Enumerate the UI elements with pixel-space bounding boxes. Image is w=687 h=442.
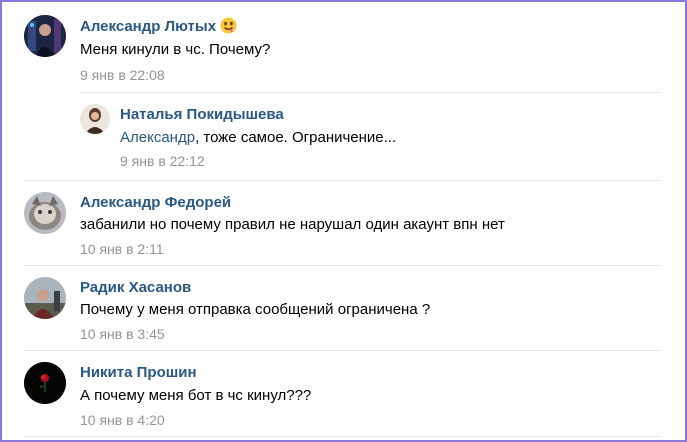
comments-panel: Александр Лютых Меня кинули в чс. Почему… bbox=[0, 0, 687, 442]
comment-text: забанили но почему правил не нарушал оди… bbox=[80, 216, 505, 233]
comment-time[interactable]: 9 янв в 22:08 bbox=[80, 67, 165, 83]
divider bbox=[24, 180, 660, 181]
divider bbox=[24, 350, 660, 351]
author-name: Александр Лютых bbox=[80, 18, 217, 35]
reply-text-body: , тоже самое. Ограничение... bbox=[195, 129, 397, 146]
comment-text: А почему меня бот в чс кинул??? bbox=[80, 387, 312, 404]
avatar-photo bbox=[80, 104, 110, 134]
rose-icon bbox=[24, 362, 66, 404]
avatar-photo bbox=[24, 192, 66, 234]
comment-author[interactable]: Александр Федорей bbox=[80, 194, 231, 211]
avatar-photo bbox=[24, 277, 66, 319]
comment-time[interactable]: 10 янв в 2:11 bbox=[80, 241, 164, 257]
reply-text: Александр, тоже самое. Ограничение... bbox=[120, 129, 396, 146]
avatar[interactable] bbox=[24, 362, 66, 404]
avatar-photo bbox=[24, 15, 66, 57]
avatar[interactable] bbox=[24, 15, 66, 57]
drooling-face-icon bbox=[220, 17, 237, 38]
divider bbox=[24, 436, 660, 437]
avatar[interactable] bbox=[80, 104, 110, 134]
avatar[interactable] bbox=[24, 192, 66, 234]
comment-text: Меня кинули в чс. Почему? bbox=[80, 41, 271, 58]
comment-time[interactable]: 10 янв в 4:20 bbox=[80, 412, 165, 428]
comment-time[interactable]: 10 янв в 3:45 bbox=[80, 326, 165, 342]
avatar[interactable] bbox=[24, 277, 66, 319]
divider bbox=[80, 92, 660, 93]
comment-author[interactable]: Александр Лютых bbox=[80, 17, 237, 38]
reply-to-link[interactable]: Александр bbox=[120, 129, 195, 146]
comment-author[interactable]: Никита Прошин bbox=[80, 364, 197, 381]
comment-author[interactable]: Радик Хасанов bbox=[80, 279, 191, 296]
divider bbox=[24, 265, 660, 266]
reply-author[interactable]: Наталья Покидышева bbox=[120, 106, 284, 123]
comment-text: Почему у меня отправка сообщений огранич… bbox=[80, 301, 431, 318]
reply-time[interactable]: 9 янв в 22:12 bbox=[120, 153, 205, 169]
